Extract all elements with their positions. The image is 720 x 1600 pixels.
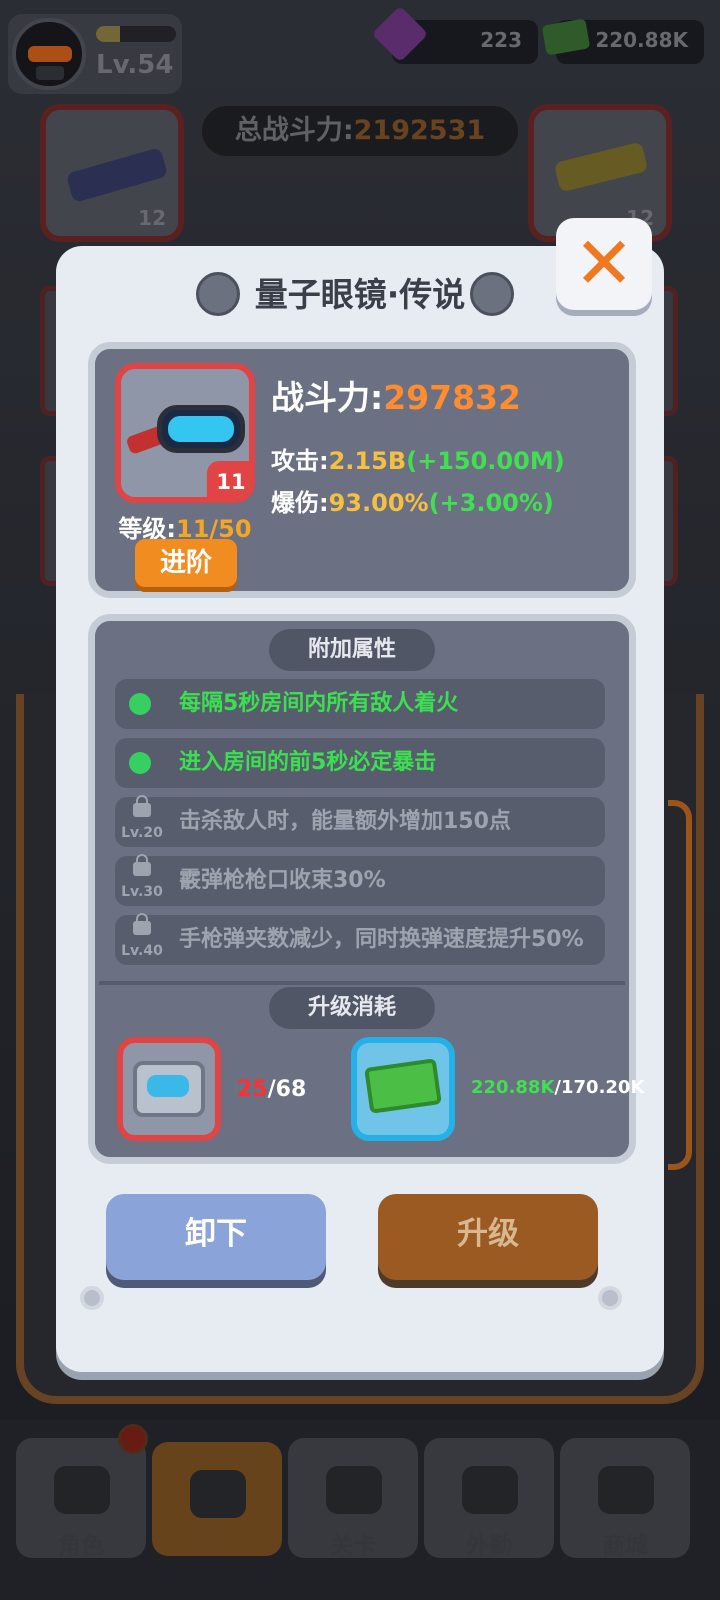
- stat-increase: (+3.00%): [428, 489, 554, 517]
- attribute-text: 每隔5秒房间内所有敌人着火: [179, 691, 459, 716]
- cost-cash-frame[interactable]: [351, 1037, 455, 1141]
- cost-have: 25: [237, 1077, 268, 1102]
- attribute-text: 击杀敌人时，能量额外增加150点: [179, 809, 511, 834]
- lock-icon: [133, 913, 151, 935]
- advance-button[interactable]: 进阶: [135, 539, 237, 587]
- stat-value: 2.15B: [328, 447, 407, 475]
- stat-crit-damage: 爆伤:93.00%(+3.00%): [271, 483, 554, 518]
- cost-cash-amount: 220.88K/170.20K: [471, 1077, 644, 1098]
- lock-icon: [133, 795, 151, 817]
- stat-label: 攻击:: [271, 447, 329, 475]
- upgrade-button[interactable]: 升级: [378, 1194, 598, 1280]
- unlock-level: Lv.30: [121, 884, 163, 900]
- attributes-heading: 附加属性: [269, 629, 435, 671]
- cash-stack-icon: [364, 1058, 442, 1114]
- attribute-row: Lv.20 击杀敌人时，能量额外增加150点: [115, 795, 605, 847]
- cost-item-amount: 25/68: [237, 1077, 306, 1102]
- goggles-crate-icon: [133, 1061, 205, 1117]
- attribute-row: Lv.30 霰弹枪枪口收束30%: [115, 854, 605, 906]
- section-divider: [99, 981, 625, 985]
- cost-need: /170.20K: [554, 1077, 645, 1098]
- cost-need: /68: [267, 1077, 307, 1102]
- power-value: 297832: [383, 378, 521, 417]
- lock-icon: [133, 854, 151, 876]
- close-icon: ✕: [573, 221, 635, 305]
- attributes-card: 附加属性 每隔5秒房间内所有敌人着火 进入房间的前5秒必定暴击 Lv.20 击杀…: [88, 614, 644, 1164]
- power-label: 战斗力:: [271, 378, 384, 417]
- close-button[interactable]: ✕: [556, 218, 652, 310]
- cost-item-frame[interactable]: [117, 1037, 221, 1141]
- attribute-row: 进入房间的前5秒必定暴击: [115, 738, 605, 788]
- attribute-row: Lv.40 手枪弹夹数减少，同时换弹速度提升50%: [115, 913, 605, 965]
- stat-label: 爆伤:: [271, 489, 329, 517]
- attribute-row: 每隔5秒房间内所有敌人着火: [115, 679, 605, 729]
- active-dot-icon: [129, 752, 151, 774]
- unlock-level: Lv.20: [121, 825, 163, 841]
- cost-have: 220.88K: [471, 1077, 555, 1098]
- goggles-icon: [157, 405, 245, 453]
- item-level-badge: 11: [207, 461, 249, 497]
- item-icon-frame: 11: [115, 363, 255, 503]
- stat-value: 93.00%: [328, 489, 429, 517]
- attribute-text: 手枪弹夹数减少，同时换弹速度提升50%: [179, 927, 584, 952]
- stat-increase: (+150.00M): [406, 447, 565, 475]
- attribute-text: 霰弹枪枪口收束30%: [179, 868, 386, 893]
- attribute-text: 进入房间的前5秒必定暴击: [179, 750, 437, 775]
- item-summary-card: 11 等级:11/50 进阶 战斗力:297832 攻击:2.15B(+150.…: [88, 342, 636, 598]
- bolt-icon: [80, 1286, 104, 1310]
- unlock-level: Lv.40: [121, 943, 163, 959]
- stat-attack: 攻击:2.15B(+150.00M): [271, 441, 565, 476]
- cost-heading: 升级消耗: [269, 987, 435, 1029]
- item-detail-modal: 量子眼镜·传说 11 等级:11/50 进阶 战斗力:297832 攻击:2.1…: [56, 246, 664, 1372]
- bolt-icon: [598, 1286, 622, 1310]
- unequip-button[interactable]: 卸下: [106, 1194, 326, 1280]
- item-power: 战斗力:297832: [271, 371, 521, 419]
- active-dot-icon: [129, 693, 151, 715]
